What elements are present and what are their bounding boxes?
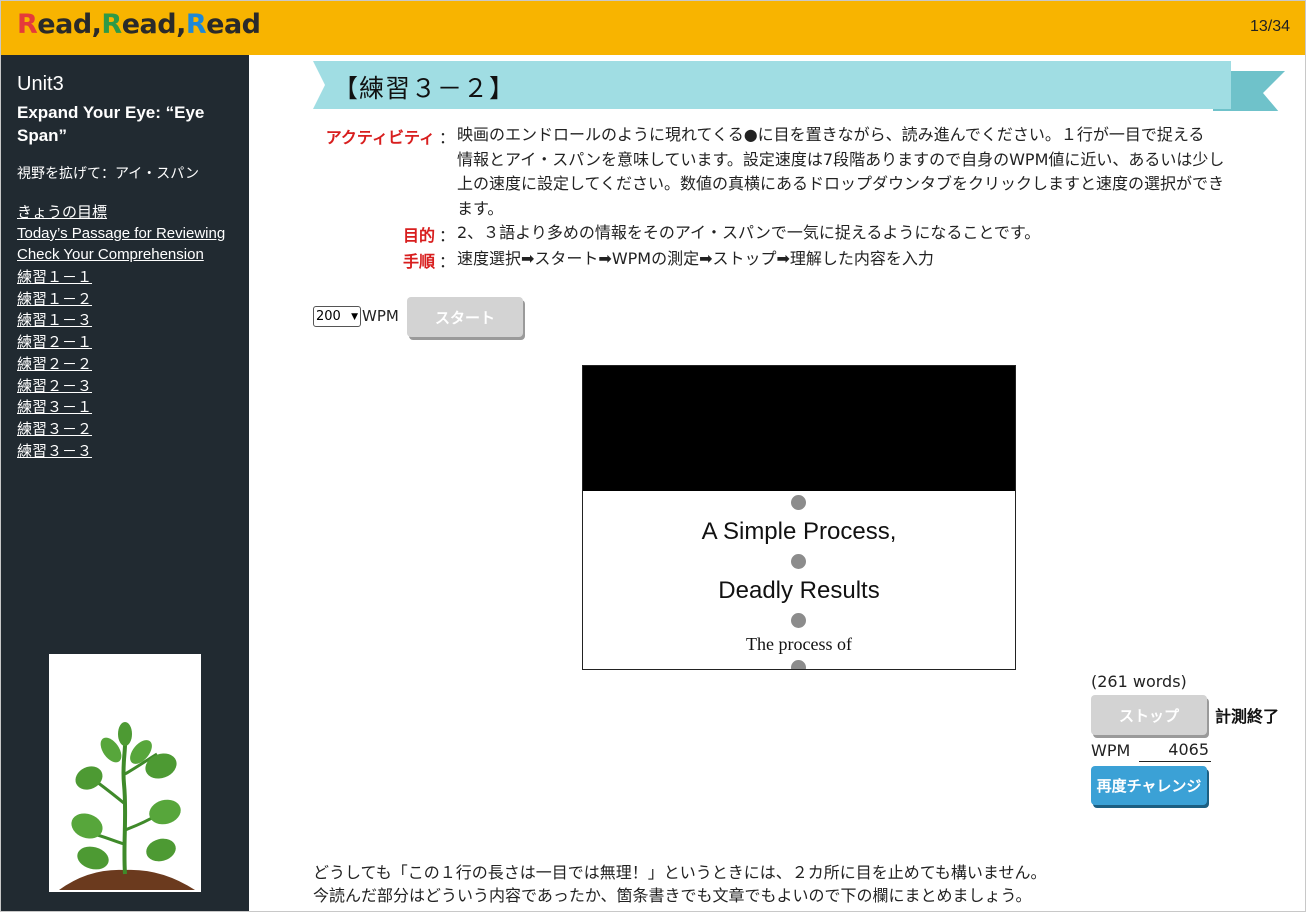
instruction-line: 今読んだ部分はどういう内容であったか、箇条書きでも文章でもよいので下の欄にまとめ… (313, 886, 1032, 905)
nav-practice-1-1[interactable]: 練習１－１ (17, 269, 92, 286)
viewer-line: A Simple Process, (701, 518, 897, 545)
purpose-colon: ： (439, 226, 456, 245)
nav-today-goal[interactable]: きょうの目標 (17, 204, 107, 221)
viewer-line: The process of (746, 634, 852, 654)
stop-button[interactable]: ストップ (1091, 695, 1207, 735)
activity-line: 上の速度に設定してください。数値の真横にあるドロップダウンタブをクリックしますと… (457, 174, 1225, 193)
speed-select-value: 200 (316, 309, 341, 324)
nav-check-comprehension[interactable]: Check Your Comprehension (17, 246, 204, 263)
nav-practice-3-1[interactable]: 練習３－１ (17, 399, 92, 416)
logo-letter: R (101, 9, 122, 40)
activity-text: 映画のエンドロールのように現れてくる●に目を置きながら、読み進んでください。１行… (457, 123, 1224, 221)
hint-line: どうしても「この１行の長さは一目では無理！」というときには、２カ所に目を止めても… (313, 863, 1047, 882)
logo-letter: , (176, 9, 186, 40)
speed-unit: WPM (362, 307, 399, 325)
app-logo: Read,Read,Read (17, 9, 261, 40)
unit-title: Expand Your Eye: “Eye Span” (17, 103, 205, 145)
sidebar-nav: きょうの目標 Today’s Passage for Reviewing Che… (17, 201, 225, 461)
stop-status: 計測終了 (1215, 707, 1280, 726)
sidebar: Unit3 Expand Your Eye: “Eye Span” 視野を拡げて… (1, 55, 249, 911)
unit-subtitle: 視野を拡げて：アイ・スパン (17, 166, 199, 182)
logo-letter: R (17, 9, 38, 40)
logo-letter: ead (121, 9, 177, 40)
header-bar: Read,Read,Read 13/34 (1, 1, 1305, 55)
viewer-line: Deadly Results (718, 577, 880, 604)
viewer-mask (583, 366, 1015, 491)
logo-letter: , (91, 9, 102, 40)
nav-practice-3-3[interactable]: 練習３－３ (17, 443, 92, 460)
purpose-label: 目的 (402, 226, 435, 245)
retry-button[interactable]: 再度チャレンジ (1091, 766, 1207, 805)
activity-colon: ： (439, 128, 456, 147)
page-counter: 13/34 (1249, 18, 1290, 35)
nav-practice-2-1[interactable]: 練習２－１ (17, 334, 92, 351)
eye-point-dot (791, 660, 806, 669)
nav-practice-2-3[interactable]: 練習２－３ (17, 378, 92, 395)
eye-point-dot (791, 554, 806, 569)
purpose-text: 2、３語より多めの情報をそのアイ・スパンで一気に捉えるようになることです。 (457, 223, 1041, 242)
wpm-value: 4065 (1139, 740, 1211, 762)
nav-practice-1-3[interactable]: 練習１－３ (17, 312, 92, 329)
nav-passage-review[interactable]: Today’s Passage for Reviewing (17, 225, 225, 242)
word-count: (261 words) (1091, 672, 1187, 691)
activity-label: アクティビティ (325, 128, 435, 147)
logo-letter: ead (37, 9, 92, 40)
activity-line: 映画のエンドロールのように現れてくる●に目を置きながら、読み進んでください。１行… (457, 125, 1205, 144)
steps-text: 速度選択➡スタート➡WPMの測定➡ストップ➡理解した内容を入力 (457, 249, 934, 268)
page-title: 【練習３－２】 (333, 74, 516, 103)
activity-line: ます。 (457, 198, 504, 218)
logo-letter: ead (206, 9, 261, 40)
logo-letter: R (185, 9, 207, 40)
start-button[interactable]: スタート (407, 297, 523, 337)
speed-select[interactable]: 200 ▼ (313, 306, 361, 327)
sprout-illustration (49, 654, 201, 892)
nav-practice-1-2[interactable]: 練習１－２ (17, 291, 92, 308)
eye-point-dot (791, 613, 806, 628)
chevron-down-icon: ▼ (351, 311, 358, 322)
activity-line: 情報とアイ・スパンを意味しています。設定速度は7段階ありますので自身のWPM値に… (457, 149, 1225, 169)
wpm-label: WPM (1091, 741, 1131, 760)
reading-viewer: A Simple Process, Deadly Results The pro… (582, 365, 1016, 670)
steps-colon: ： (439, 252, 456, 271)
nav-practice-3-2[interactable]: 練習３－２ (17, 421, 92, 438)
eye-point-dot (791, 495, 806, 510)
nav-practice-2-2[interactable]: 練習２－２ (17, 356, 92, 373)
unit-number: Unit3 (17, 73, 64, 95)
app-window: Read,Read,Read 13/34 Unit3 Expand Your E… (0, 0, 1306, 912)
steps-label: 手順 (402, 252, 435, 271)
